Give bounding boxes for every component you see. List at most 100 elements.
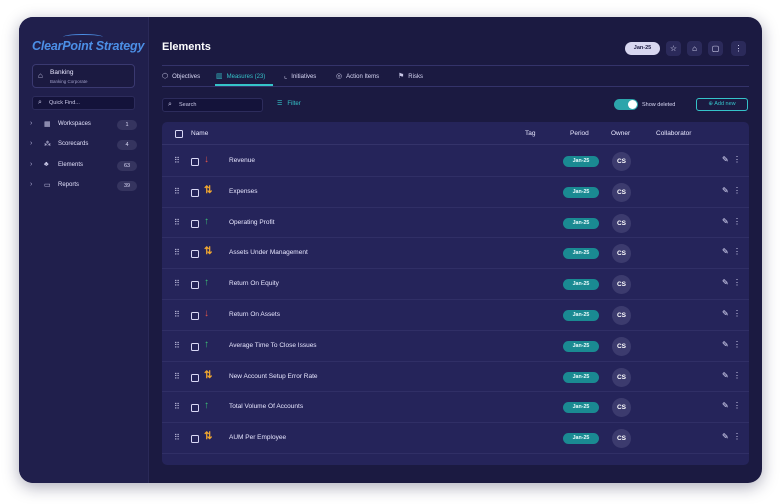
more-vertical-icon[interactable]: ⋮ — [733, 278, 741, 287]
tab-action-items[interactable]: ◎ Action Items — [336, 72, 379, 85]
more-vertical-icon[interactable]: ⋮ — [733, 371, 741, 380]
org-selector[interactable]: ⌂ Banking Banking Corporate — [32, 64, 135, 88]
more-vertical-icon[interactable]: ⋮ — [733, 340, 741, 349]
measure-name[interactable]: Return On Equity — [229, 280, 279, 287]
drag-handle-icon[interactable]: ⠿ — [174, 402, 180, 411]
select-all-checkbox[interactable] — [175, 130, 183, 138]
measure-name[interactable]: Revenue — [229, 157, 255, 164]
row-checkbox[interactable] — [191, 342, 199, 351]
more-vertical-icon[interactable]: ⋮ — [731, 41, 746, 56]
column-collaborator[interactable]: Collaborator — [656, 130, 691, 137]
row-checkbox[interactable] — [191, 158, 199, 166]
row-checkbox[interactable] — [191, 435, 199, 444]
owner-avatar[interactable]: CS — [612, 306, 631, 325]
chevron-right-icon[interactable]: › — [30, 140, 32, 147]
pencil-icon[interactable]: ✎ — [722, 371, 729, 380]
more-vertical-icon[interactable]: ⋮ — [733, 309, 741, 318]
comment-icon[interactable]: ▢ — [708, 41, 723, 56]
measure-name[interactable]: Total Volume Of Accounts — [229, 403, 303, 410]
quick-find-input[interactable]: ⌕ Quick Find... — [32, 96, 135, 110]
owner-avatar[interactable]: CS — [612, 336, 631, 356]
measure-name[interactable]: New Account Setup Error Rate — [229, 373, 318, 380]
more-vertical-icon[interactable]: ⋮ — [733, 432, 741, 441]
row-checkbox[interactable] — [191, 219, 199, 228]
tab-objectives[interactable]: ⬡ Objectives — [162, 72, 200, 85]
column-tag[interactable]: Tag — [525, 130, 535, 137]
owner-avatar[interactable]: CS — [612, 182, 631, 202]
chevron-right-icon[interactable]: › — [30, 161, 32, 168]
drag-handle-icon[interactable]: ⠿ — [174, 279, 180, 288]
add-new-button[interactable]: ⊕ Add new — [696, 98, 748, 111]
sidebar-item-reports[interactable]: › ▭ Reports 39 — [30, 179, 137, 193]
app-logo[interactable]: ClearPoint Strategy — [32, 39, 144, 53]
pencil-icon[interactable]: ✎ — [722, 309, 729, 318]
drag-handle-icon[interactable]: ⠿ — [174, 218, 180, 227]
more-vertical-icon[interactable]: ⋮ — [733, 247, 741, 256]
drag-handle-icon[interactable]: ⠿ — [174, 187, 180, 196]
more-vertical-icon[interactable]: ⋮ — [733, 217, 741, 226]
sidebar-item-elements[interactable]: › ♣ Elements 63 — [30, 159, 137, 173]
owner-avatar[interactable]: CS — [612, 398, 631, 418]
tab-initiatives[interactable]: ⌞ Initiatives — [284, 72, 316, 85]
row-checkbox[interactable] — [191, 281, 199, 290]
measure-name[interactable]: AUM Per Employee — [229, 434, 286, 441]
show-deleted-toggle[interactable] — [614, 99, 638, 110]
pencil-icon[interactable]: ✎ — [722, 340, 729, 349]
table-row[interactable]: ⠿ ⇅ New Account Setup Error Rate Jan-25 CS ✎ ⋮ — [162, 362, 749, 393]
table-row[interactable]: ⠿ ⇅ AUM Per Employee Jan-25 CS ✎ ⋮ — [162, 423, 749, 454]
drag-handle-icon[interactable]: ⠿ — [174, 248, 180, 257]
table-row[interactable]: ⠿ ↓ Revenue Jan-25 CS ✎ ⋮ — [162, 146, 749, 177]
pencil-icon[interactable]: ✎ — [722, 401, 729, 410]
column-name[interactable]: Name — [191, 130, 208, 137]
more-vertical-icon[interactable]: ⋮ — [733, 401, 741, 410]
chevron-right-icon[interactable]: › — [30, 181, 32, 188]
pencil-icon[interactable]: ✎ — [722, 432, 729, 441]
filter-button[interactable]: ☰ Filter — [277, 100, 301, 107]
measure-name[interactable]: Average Time To Close Issues — [229, 342, 317, 349]
table-row[interactable]: ⠿ ⇅ Assets Under Management Jan-25 CS ✎ ⋮ — [162, 238, 749, 270]
measure-name[interactable]: Assets Under Management — [229, 249, 308, 256]
pencil-icon[interactable]: ✎ — [722, 217, 729, 226]
row-checkbox[interactable] — [191, 250, 199, 259]
sidebar-item-scorecards[interactable]: › ⁂ Scorecards 4 — [30, 138, 137, 152]
period-selector[interactable]: Jan-25 — [625, 42, 660, 55]
chevron-right-icon[interactable]: › — [30, 120, 32, 127]
column-owner[interactable]: Owner — [611, 130, 630, 137]
drag-handle-icon[interactable]: ⠿ — [174, 156, 180, 165]
table-row[interactable]: ⠿ ↑ Operating Profit Jan-25 CS ✎ ⋮ — [162, 208, 749, 239]
row-checkbox[interactable] — [191, 373, 199, 382]
star-icon[interactable]: ☆ — [666, 41, 681, 56]
table-row[interactable]: ⠿ ↓ Return On Assets Jan-25 CS ✎ ⋮ — [162, 300, 749, 331]
owner-avatar[interactable]: CS — [612, 429, 631, 449]
table-row[interactable]: ⠿ ↑ Return On Equity Jan-25 CS ✎ ⋮ — [162, 269, 749, 300]
drag-handle-icon[interactable]: ⠿ — [174, 433, 180, 442]
pencil-icon[interactable]: ✎ — [722, 186, 729, 195]
owner-avatar[interactable]: CS — [612, 275, 631, 295]
more-vertical-icon[interactable]: ⋮ — [733, 155, 741, 164]
more-vertical-icon[interactable]: ⋮ — [733, 186, 741, 195]
sidebar-item-workspaces[interactable]: › ▦ Workspaces 1 — [30, 118, 137, 132]
tab-risks[interactable]: ⚑ Risks — [398, 72, 423, 85]
drag-handle-icon[interactable]: ⠿ — [174, 372, 180, 381]
measure-name[interactable]: Expenses — [229, 188, 258, 195]
search-input[interactable]: ⌕ Search — [162, 98, 263, 112]
pencil-icon[interactable]: ✎ — [722, 278, 729, 287]
table-row[interactable]: ⠿ ↑ Total Volume Of Accounts Jan-25 CS ✎ ⋮ — [162, 392, 749, 424]
column-period[interactable]: Period — [570, 130, 589, 137]
pencil-icon[interactable]: ✎ — [722, 247, 729, 256]
drag-handle-icon[interactable]: ⠿ — [174, 341, 180, 350]
pencil-icon[interactable]: ✎ — [722, 155, 729, 164]
owner-avatar[interactable]: CS — [612, 244, 631, 264]
row-checkbox[interactable] — [191, 188, 199, 197]
drag-handle-icon[interactable]: ⠿ — [174, 310, 180, 319]
owner-avatar[interactable]: CS — [612, 367, 631, 387]
home-icon[interactable]: ⌂ — [687, 41, 702, 56]
row-checkbox[interactable] — [191, 312, 199, 320]
owner-avatar[interactable]: CS — [612, 213, 631, 233]
table-row[interactable]: ⠿ ⇅ Expenses Jan-25 CS ✎ ⋮ — [162, 177, 749, 208]
measure-name[interactable]: Operating Profit — [229, 219, 275, 226]
owner-avatar[interactable]: CS — [612, 152, 631, 171]
measure-name[interactable]: Return On Assets — [229, 311, 280, 318]
table-row[interactable]: ⠿ ↑ Average Time To Close Issues Jan-25 CS ✎ ⋮ — [162, 331, 749, 362]
row-checkbox[interactable] — [191, 404, 199, 413]
